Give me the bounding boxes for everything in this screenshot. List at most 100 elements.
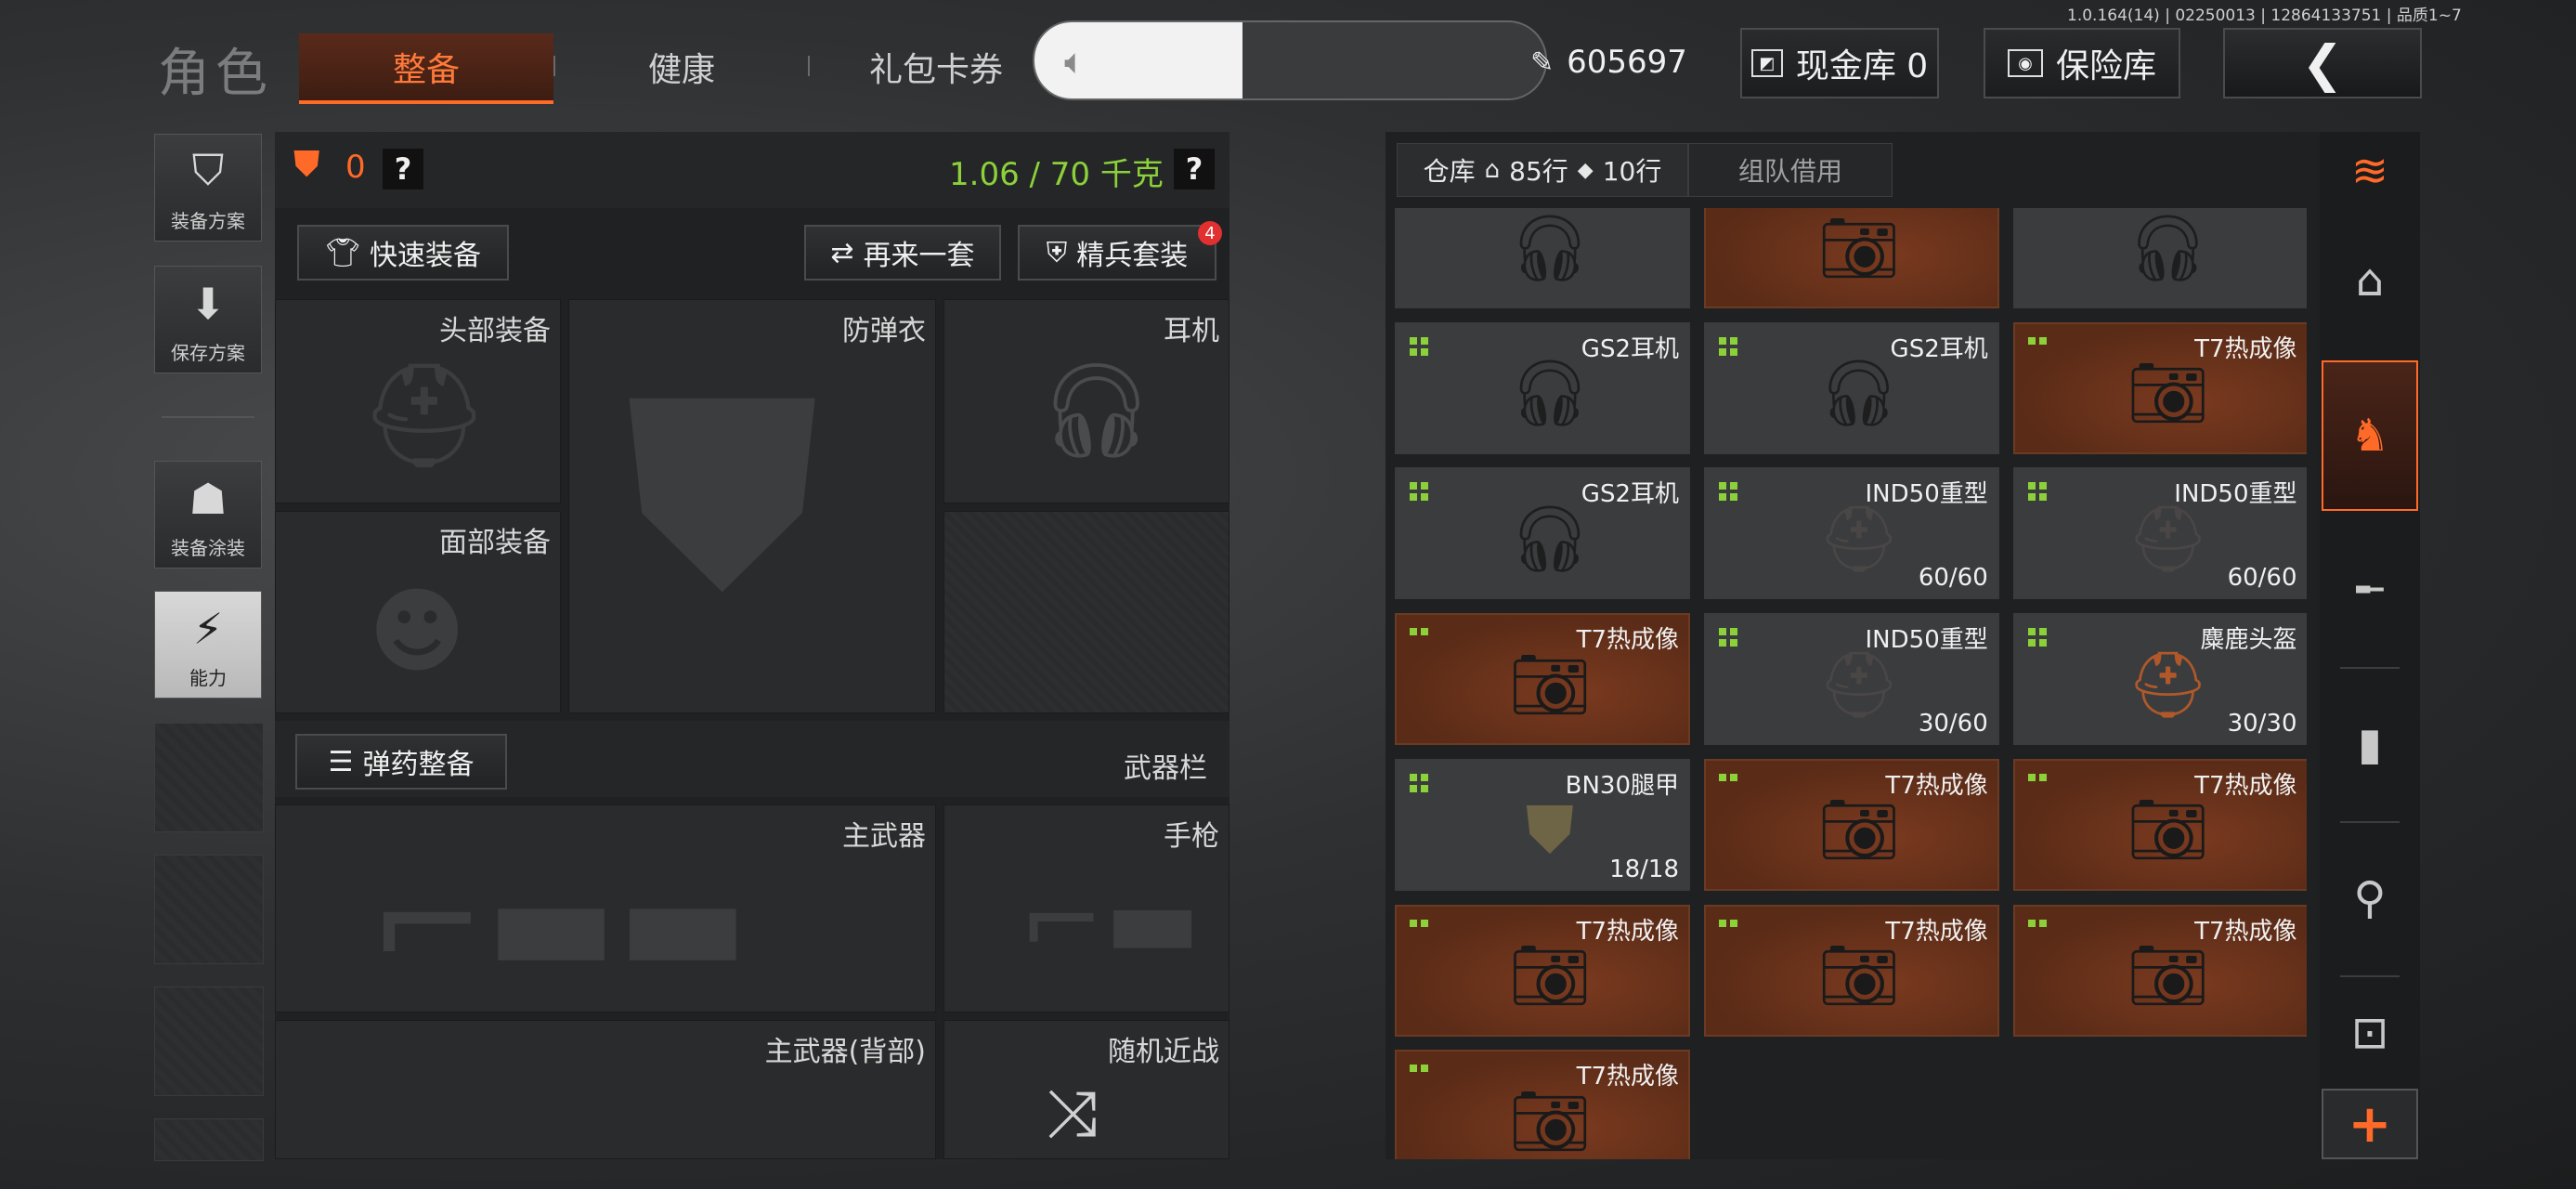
- home-icon[interactable]: ⌂: [2322, 212, 2418, 349]
- headset-icon: 🎧︎: [2127, 209, 2209, 286]
- ammo-icon[interactable]: ⚲: [2322, 829, 2418, 968]
- tab-team-borrow[interactable]: 组队借用: [1688, 143, 1893, 197]
- weapon-bar-label: 武器栏: [1124, 752, 1207, 785]
- inventory-item[interactable]: 📷︎: [1703, 208, 1999, 308]
- item-name: T7热成像: [1576, 1063, 1679, 1091]
- elite-set-button[interactable]: ⛨ 精兵套装: [1018, 225, 1216, 281]
- rarity-icon: [1410, 336, 1428, 356]
- tab-warehouse[interactable]: 仓库 ⌂ 85行 ◆ 10行: [1397, 143, 1688, 197]
- sidebar-divider: [162, 416, 254, 418]
- stack-refresh-icon[interactable]: ≋: [2322, 136, 2418, 206]
- save-plan-label: 保存方案: [171, 342, 245, 364]
- add-button[interactable]: +: [2322, 1089, 2418, 1159]
- slot-head[interactable]: 头部装备 ⛑: [275, 299, 561, 503]
- skin-button[interactable]: ☗ 装备涂装: [154, 461, 262, 568]
- rarity-icon: [2027, 773, 2047, 781]
- inventory-item[interactable]: 🎧︎ GS2耳机: [1395, 321, 1690, 454]
- quick-equip-button[interactable]: 👕︎ 快速装备: [297, 225, 509, 281]
- inventory-item[interactable]: 🎧︎: [2012, 208, 2307, 308]
- warehouse-rows-home: 85行: [1509, 156, 1568, 187]
- slot-armor-label: 防弹衣: [842, 315, 926, 347]
- weight-help-button[interactable]: ?: [1174, 149, 1215, 189]
- mask-icon: ☻: [369, 577, 466, 686]
- rarity-icon: [1718, 773, 1737, 781]
- elite-set-label: 精兵套装: [1076, 240, 1189, 272]
- reroll-button[interactable]: ⇄ 再来一套: [804, 225, 1001, 281]
- inventory-item[interactable]: 📷︎ T7热成像: [2012, 758, 2307, 891]
- item-durability: 60/60: [2227, 564, 2297, 593]
- inventory-item[interactable]: ⛑ 麋鹿头盔 30/30: [2012, 613, 2307, 746]
- inventory-item[interactable]: 📷︎ T7热成像: [1703, 758, 1999, 891]
- item-name: T7热成像: [2194, 771, 2297, 800]
- vest-icon: ⛉: [191, 145, 225, 195]
- slot-face[interactable]: 面部装备 ☻: [275, 511, 561, 713]
- home-icon: ⌂: [1484, 156, 1501, 184]
- inventory-item[interactable]: 📷︎ T7热成像: [1395, 613, 1690, 746]
- inventory-item[interactable]: 📷︎ T7热成像: [1395, 1050, 1690, 1159]
- empty-slot: [154, 855, 264, 964]
- headset-icon: 🎧︎: [1508, 209, 1592, 286]
- inventory-item[interactable]: 🎧︎: [1395, 208, 1690, 308]
- deer-icon[interactable]: ♞: [2322, 360, 2418, 511]
- slot-primary[interactable]: 主武器 ⌐▬▬: [275, 804, 936, 1013]
- inventory-item[interactable]: 🎧︎ GS2耳机: [1703, 321, 1999, 454]
- tab-gift[interactable]: 礼包卡券: [813, 33, 1059, 100]
- inventory-item[interactable]: ⛑ IND50重型 60/60: [1703, 467, 1999, 600]
- slot-pistol-label: 手枪: [1164, 820, 1219, 853]
- slot-primary-label: 主武器: [842, 820, 926, 853]
- item-name: GS2耳机: [1581, 480, 1679, 509]
- item-name: IND50重型: [1865, 626, 1988, 655]
- rarity-icon: [1410, 628, 1428, 636]
- loadout-plan-button[interactable]: ⛉ 装备方案: [154, 134, 262, 242]
- rarity-icon: [1718, 336, 1737, 356]
- tag-icon: ◆: [1577, 158, 1594, 182]
- quick-equip-label: 快速装备: [370, 240, 482, 272]
- inventory-item[interactable]: 🎧︎ GS2耳机: [1395, 467, 1690, 600]
- slot-melee[interactable]: 随机近战 ⤨: [943, 1020, 1229, 1159]
- safe-button[interactable]: ◉ 保险库: [1984, 28, 2180, 98]
- rarity-icon: [1410, 773, 1428, 792]
- backpack-count: 0: [345, 149, 366, 186]
- inventory-item[interactable]: ⛑ IND50重型 30/60: [1703, 613, 1999, 746]
- item-name: T7热成像: [1885, 917, 1988, 946]
- tab-divider: [553, 56, 555, 76]
- help-button[interactable]: ?: [383, 149, 423, 189]
- warehouse-rows-tag: 10行: [1602, 156, 1662, 187]
- skin-icon: ☗: [189, 474, 228, 524]
- speaker-icon: 🔈︎: [1064, 41, 1086, 82]
- inventory-item[interactable]: ⛊ BN30腿甲 18/18: [1395, 758, 1690, 891]
- notification-badge: 4: [1198, 221, 1222, 245]
- tab-health[interactable]: 健康: [559, 33, 804, 100]
- volume-slider[interactable]: 🔈︎: [1033, 20, 1547, 100]
- item-name: T7热成像: [1885, 771, 1988, 800]
- rifle-icon[interactable]: ╾: [2322, 520, 2418, 660]
- sight-icon[interactable]: ⊡: [2322, 983, 2418, 1083]
- inventory-item[interactable]: 📷︎ T7热成像: [1703, 904, 1999, 1037]
- slot-head-label: 头部装备: [439, 315, 551, 347]
- slot-primary-back[interactable]: 主武器(背部): [275, 1020, 936, 1159]
- save-plan-button[interactable]: ⬇ 保存方案: [154, 266, 262, 373]
- inventory-item[interactable]: 📷︎ T7热成像: [2012, 321, 2307, 454]
- skin-label: 装备涂装: [171, 537, 245, 559]
- inventory-item[interactable]: 📷︎ T7热成像: [2012, 904, 2307, 1037]
- ammo-button[interactable]: ☰ 弹药整备: [295, 734, 507, 790]
- cash-vault-button[interactable]: ◩ 现金库 0: [1740, 28, 1939, 98]
- armor-icon: ⛊: [625, 344, 820, 647]
- ticket-icon: ✎: [1530, 46, 1555, 79]
- slot-face-label: 面部装备: [439, 527, 551, 559]
- weight-display: 1.06 / 70 千克: [949, 156, 1164, 193]
- ability-button[interactable]: ⚡ 能力: [154, 591, 262, 699]
- magazine-icon[interactable]: ▮: [2322, 674, 2418, 814]
- slot-pistol[interactable]: 手枪 ⌐▬: [943, 804, 1229, 1013]
- inventory-item[interactable]: ⛑ IND50重型 60/60: [2012, 467, 2307, 600]
- item-name: T7热成像: [2194, 917, 2297, 946]
- slot-melee-label: 随机近战: [1108, 1036, 1219, 1068]
- slot-armor[interactable]: 防弹衣 ⛊: [568, 299, 936, 713]
- inventory-item[interactable]: 📷︎ T7热成像: [1395, 904, 1690, 1037]
- slot-headset[interactable]: 耳机 🎧︎: [943, 299, 1229, 503]
- warehouse-grid: 🎧︎ 📷︎ 🎧︎ 🎧︎ GS2耳机 🎧︎ GS2耳机 📷︎ T7热成像 🎧︎ GS2耳机 ⛑ IND50…: [1395, 208, 2307, 1159]
- rifle-icon: ⌐▬▬: [369, 843, 749, 1004]
- back-button[interactable]: ❮: [2223, 28, 2422, 98]
- tab-prepare[interactable]: 整备: [299, 33, 553, 104]
- warehouse-tabs: 仓库 ⌂ 85行 ◆ 10行 组队借用: [1397, 143, 1909, 197]
